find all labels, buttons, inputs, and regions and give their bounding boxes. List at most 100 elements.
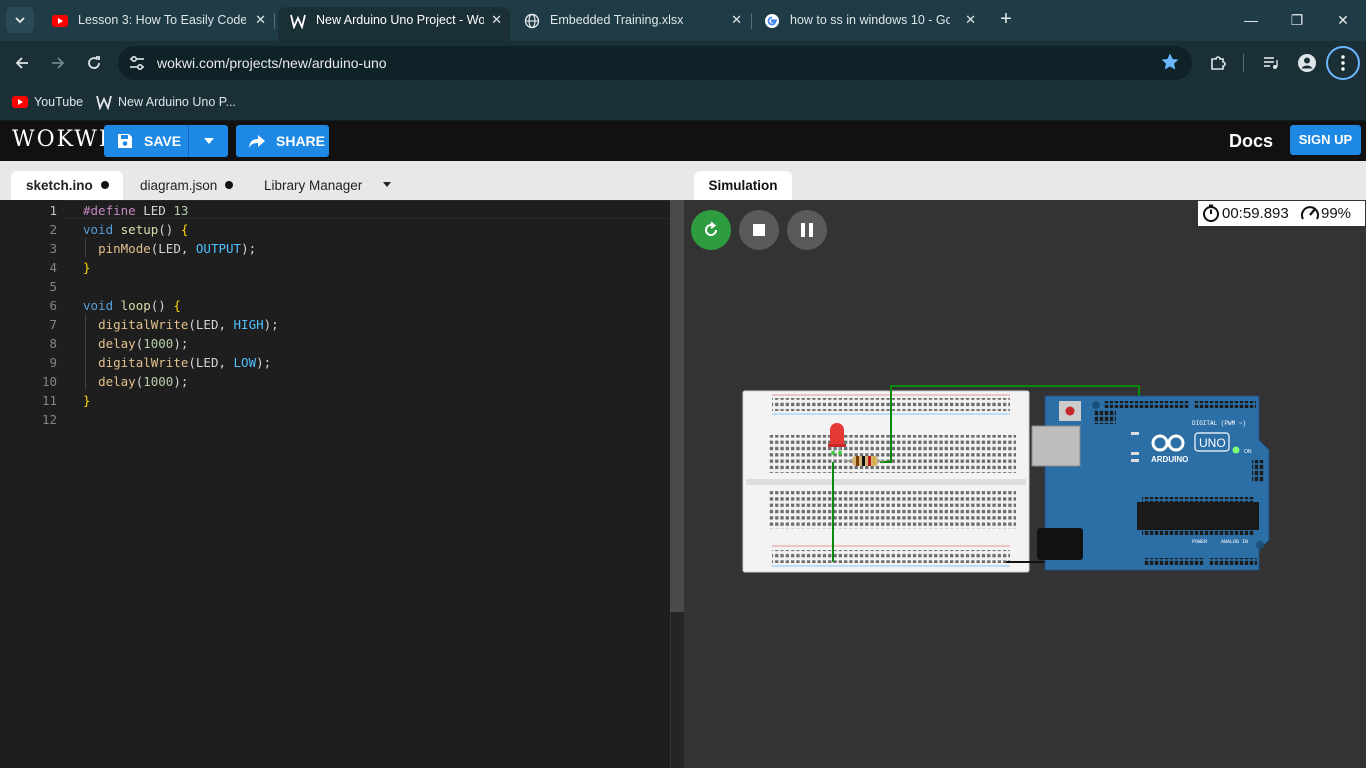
- line-number: 5: [49, 279, 57, 294]
- address-text[interactable]: wokwi.com/projects/new/arduino-uno: [157, 46, 387, 80]
- bookmark-star-icon[interactable]: [1160, 52, 1180, 72]
- line-number: 10: [41, 374, 57, 389]
- restore-button[interactable]: ❐: [1274, 0, 1320, 40]
- tab-title: Embedded Training.xlsx: [550, 13, 684, 27]
- tab-label: Library Manager: [264, 178, 363, 193]
- bookmark-wokwi[interactable]: New Arduino Uno P...: [96, 93, 241, 111]
- site-settings-icon[interactable]: [128, 54, 146, 72]
- tab-google-search[interactable]: how to ss in windows 10 - Goog ✕: [752, 7, 984, 41]
- line-number: 11: [41, 393, 57, 408]
- globe-icon: [524, 13, 540, 29]
- unsaved-dot: [225, 181, 234, 189]
- toolbar-divider: [1243, 54, 1244, 72]
- tab-simulation[interactable]: Simulation: [694, 171, 792, 200]
- youtube-icon: [12, 96, 28, 108]
- reload-button[interactable]: [80, 49, 108, 77]
- line-number: 6: [49, 298, 57, 313]
- code-line[interactable]: #define LED 13: [83, 201, 188, 220]
- code-line[interactable]: delay(1000);: [83, 372, 188, 391]
- tab-search-button[interactable]: [6, 7, 34, 33]
- tab-menu-caret-icon[interactable]: [383, 182, 391, 187]
- extensions-button[interactable]: [1205, 50, 1231, 76]
- google-icon: [765, 14, 779, 28]
- line-number: 7: [49, 317, 57, 332]
- close-tab-icon[interactable]: ✕: [731, 7, 742, 33]
- window-close-button[interactable]: ✕: [1320, 0, 1366, 40]
- code-editor[interactable]: 1 2 3 4 5 6 7 8 9 10 11 12 #define LED 13 void setup…: [0, 200, 684, 768]
- code-line[interactable]: digitalWrite(LED, LOW);: [83, 353, 271, 372]
- profile-button[interactable]: [1294, 50, 1320, 76]
- tab-title: Lesson 3: How To Easily Code P: [78, 13, 246, 27]
- youtube-icon: [52, 15, 68, 27]
- code-line[interactable]: digitalWrite(LED, HIGH);: [83, 315, 279, 334]
- code-line[interactable]: void setup() {: [83, 220, 188, 239]
- code-line[interactable]: pinMode(LED, OUTPUT);: [83, 239, 256, 258]
- simulation-canvas[interactable]: 00:59.893 99% ARDUINO UNO ON DIGITAL (PW…: [684, 200, 1366, 768]
- unsaved-dot: [100, 181, 109, 189]
- media-controls-button[interactable]: [1258, 50, 1284, 76]
- minimize-button[interactable]: —: [1228, 0, 1274, 40]
- tab-embedded-training[interactable]: Embedded Training.xlsx ✕: [512, 7, 750, 41]
- bookmark-label: YouTube: [34, 95, 84, 109]
- browser-menu-button[interactable]: [1326, 46, 1360, 80]
- code-line[interactable]: }: [83, 258, 91, 277]
- wokwi-icon: [96, 95, 112, 110]
- person-icon: [1298, 54, 1316, 72]
- share-label: SHARE: [276, 133, 326, 149]
- tab-wokwi-project[interactable]: New Arduino Uno Project - Wok ✕: [278, 7, 510, 41]
- board-model-label: UNO: [1199, 436, 1226, 450]
- power-led-label: ON: [1244, 449, 1252, 455]
- arrow-right-icon: [52, 57, 65, 69]
- circuit-diagram: ARDUINO UNO ON DIGITAL (PWM ~) POWER ANA…: [742, 385, 1270, 573]
- playlist-icon: [1264, 57, 1278, 69]
- browser-tab-strip: Lesson 3: How To Easily Code P ✕ New Ard…: [0, 0, 1366, 41]
- close-tab-icon[interactable]: ✕: [965, 7, 976, 33]
- back-button[interactable]: [8, 49, 36, 77]
- close-tab-icon[interactable]: ✕: [491, 7, 502, 33]
- tab-library-manager[interactable]: Library Manager: [264, 171, 394, 200]
- share-button[interactable]: SHARE: [236, 125, 329, 157]
- tab-title: how to ss in windows 10 - Goog: [790, 13, 950, 27]
- save-options-dropdown[interactable]: [188, 125, 228, 157]
- docs-link[interactable]: Docs: [1229, 129, 1273, 153]
- save-button[interactable]: SAVE: [104, 125, 188, 157]
- tab-label: sketch.ino: [26, 178, 93, 193]
- share-arrow-icon: [249, 135, 265, 148]
- power-header-label: POWER: [1192, 539, 1207, 545]
- line-number: 12: [41, 412, 57, 427]
- puzzle-icon: [1211, 56, 1226, 70]
- bookmark-label: New Arduino Uno P...: [118, 95, 236, 109]
- line-number-gutter: 1 2 3 4 5 6 7 8 9 10 11 12: [0, 200, 64, 768]
- digital-header-label: DIGITAL (PWM ~): [1192, 420, 1246, 427]
- line-number: 2: [49, 222, 57, 237]
- browser-toolbar: wokwi.com/projects/new/arduino-uno: [0, 41, 1366, 84]
- tab-lesson3[interactable]: Lesson 3: How To Easily Code P ✕: [40, 7, 274, 41]
- line-number: 4: [49, 260, 57, 275]
- bookmark-youtube[interactable]: YouTube: [12, 93, 84, 111]
- code-line[interactable]: delay(1000);: [83, 334, 188, 353]
- line-number: 1: [49, 203, 57, 218]
- tab-diagram-json[interactable]: diagram.json: [140, 171, 248, 200]
- close-tab-icon[interactable]: ✕: [255, 7, 266, 33]
- wokwi-header: WOKWI SAVE SHARE Docs SIGN UP: [0, 121, 1366, 161]
- wokwi-logo[interactable]: WOKWI: [12, 125, 110, 155]
- code-line[interactable]: }: [83, 391, 91, 410]
- signup-button[interactable]: SIGN UP: [1290, 125, 1361, 155]
- code-line[interactable]: void loop() {: [83, 296, 181, 315]
- board-brand-label: ARDUINO: [1151, 455, 1188, 464]
- forward-button[interactable]: [44, 49, 72, 77]
- breadboard[interactable]: [742, 390, 1030, 573]
- line-number: 8: [49, 336, 57, 351]
- new-tab-button[interactable]: +: [994, 7, 1018, 33]
- arduino-uno-board[interactable]: ARDUINO UNO ON DIGITAL (PWM ~) POWER ANA…: [1031, 395, 1270, 571]
- more-vert-icon: [1341, 55, 1345, 71]
- bookmarks-bar: YouTube New Arduino Uno P...: [0, 84, 1366, 121]
- tab-sketch-ino[interactable]: sketch.ino: [11, 171, 123, 200]
- editor-scrollbar-thumb[interactable]: [670, 200, 684, 612]
- tab-label: diagram.json: [140, 178, 218, 193]
- arrow-left-icon: [15, 57, 28, 69]
- save-label: SAVE: [144, 133, 182, 149]
- address-bar[interactable]: wokwi.com/projects/new/arduino-uno: [118, 46, 1192, 80]
- save-icon: [118, 134, 132, 148]
- line-number: 9: [49, 355, 57, 370]
